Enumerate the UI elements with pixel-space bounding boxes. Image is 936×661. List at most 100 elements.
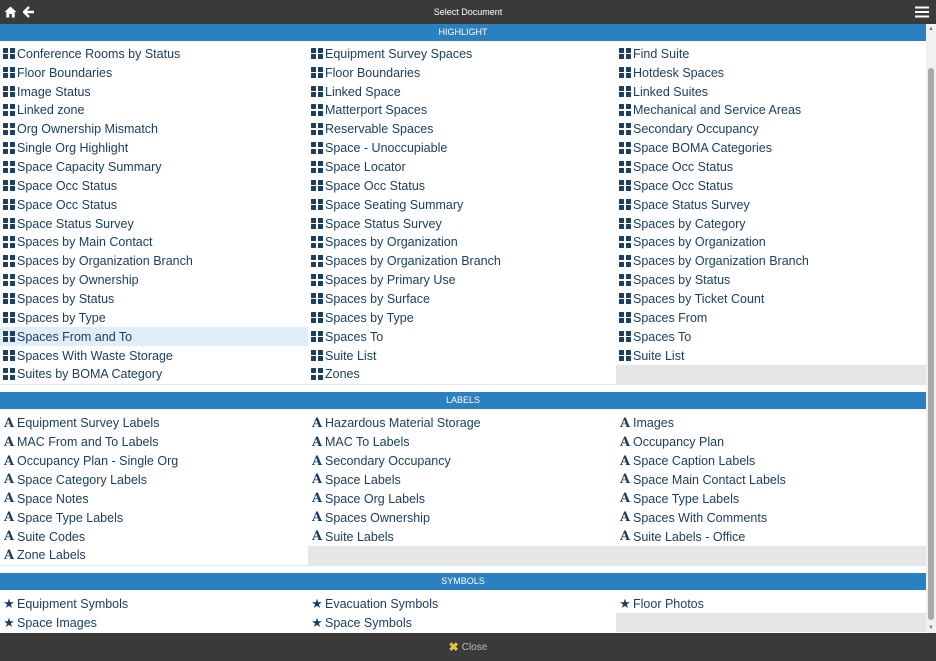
document-item[interactable]: Spaces by Organization Branch (308, 251, 616, 271)
document-item[interactable]: Find Suite (616, 44, 926, 64)
document-item-label: Spaces by Main Contact (17, 235, 153, 250)
document-item[interactable]: Org Ownership Mismatch (0, 119, 308, 139)
document-item[interactable]: Spaces To (616, 327, 926, 347)
document-item[interactable]: Space Locator (308, 157, 616, 177)
document-item[interactable]: Space - Unoccupiable (308, 138, 616, 158)
document-item[interactable]: Spaces by Status (616, 270, 926, 290)
document-item[interactable]: Space Occ Status (616, 157, 926, 177)
document-item[interactable]: Linked Space (308, 82, 616, 102)
document-item-label: Linked Suites (633, 84, 709, 99)
document-item[interactable]: Space Capacity Summary (0, 157, 308, 177)
document-item[interactable]: Spaces by Organization Branch (616, 251, 926, 271)
document-item[interactable]: A Space Org Labels (308, 489, 616, 509)
grid-icon (618, 179, 632, 192)
document-item-label: Space Status Survey (633, 197, 750, 212)
document-item[interactable]: Space Occ Status (308, 176, 616, 196)
document-item[interactable]: A Images (616, 414, 926, 433)
document-item[interactable]: Space BOMA Categories (616, 138, 926, 158)
document-item[interactable]: Single Org Highlight (0, 138, 308, 158)
document-item[interactable]: Suite List (308, 346, 616, 365)
document-item[interactable]: Space Status Survey (0, 214, 308, 233)
document-item[interactable]: Reservable Spaces (308, 119, 616, 139)
document-item[interactable]: Spaces With Waste Storage (0, 346, 308, 365)
scroll-up-arrow-icon[interactable]: ▲ (926, 24, 936, 34)
document-item[interactable]: Spaces by Organization Branch (0, 251, 308, 271)
document-item[interactable]: A Suite Labels - Office (616, 527, 926, 546)
document-item[interactable]: Spaces by Organization (308, 233, 616, 252)
document-item[interactable]: A Space Labels (308, 470, 616, 490)
document-item[interactable]: A MAC To Labels (308, 432, 616, 452)
document-item[interactable]: ★ Equipment Symbols (0, 594, 308, 614)
document-item[interactable]: Conference Rooms by Status (0, 44, 308, 64)
document-item[interactable]: Spaces by Ownership (0, 270, 308, 290)
title-bar: Select Document (0, 0, 936, 24)
document-item[interactable]: Floor Boundaries (0, 63, 308, 83)
document-item[interactable]: A MAC From and To Labels (0, 432, 308, 452)
document-item[interactable]: A Space Main Contact Labels (616, 470, 926, 490)
document-item[interactable]: Spaces by Status (0, 289, 308, 309)
document-item[interactable]: Floor Boundaries (308, 63, 616, 83)
font-icon: A (3, 453, 15, 469)
document-item[interactable]: Spaces by Organization (616, 233, 926, 252)
document-item[interactable]: Spaces by Type (0, 308, 308, 328)
document-item[interactable]: Spaces by Category (616, 214, 926, 233)
hamburger-menu-icon[interactable] (914, 0, 930, 24)
document-item-label: Space Category Labels (17, 472, 147, 487)
grid-icon (2, 292, 16, 305)
document-item[interactable]: Spaces by Primary Use (308, 270, 616, 290)
document-item[interactable]: Space Status Survey (308, 214, 616, 233)
document-item[interactable]: Space Occ Status (616, 176, 926, 196)
document-item[interactable]: A Hazardous Material Storage (308, 414, 616, 433)
document-item[interactable]: Linked zone (0, 101, 308, 120)
document-item[interactable]: Equipment Survey Spaces (308, 44, 616, 64)
document-item[interactable]: A Suite Codes (0, 527, 308, 546)
document-item[interactable]: Space Seating Summary (308, 195, 616, 215)
document-item[interactable]: A Space Type Labels (616, 489, 926, 509)
document-item[interactable]: Hotdesk Spaces (616, 63, 926, 83)
document-item[interactable]: ★ Evacuation Symbols (308, 594, 616, 614)
document-item[interactable]: A Space Category Labels (0, 470, 308, 490)
document-item-label: Suite Codes (17, 529, 86, 544)
document-item[interactable]: Space Status Survey (616, 195, 926, 215)
close-button[interactable]: ✖ Close (449, 640, 488, 654)
document-item[interactable]: A Spaces Ownership (308, 508, 616, 528)
document-item[interactable]: Zones (308, 364, 616, 384)
document-item[interactable]: Space Occ Status (0, 195, 308, 215)
footer-bar: ✖ Close (0, 633, 936, 661)
document-item[interactable]: Suite List (616, 346, 926, 365)
document-item-label: Spaces From and To (17, 329, 133, 344)
document-item[interactable]: Secondary Occupancy (616, 119, 926, 139)
document-item[interactable]: ★ Floor Photos (616, 594, 926, 614)
document-item[interactable]: Spaces From and To (0, 327, 308, 347)
document-item[interactable]: A Space Notes (0, 489, 308, 509)
font-icon: A (619, 529, 631, 545)
document-item[interactable]: Image Status (0, 82, 308, 102)
scroll-down-arrow-icon[interactable]: ▼ (926, 623, 936, 633)
document-item[interactable]: Spaces by Ticket Count (616, 289, 926, 309)
document-item[interactable]: Spaces From (616, 308, 926, 328)
document-item[interactable]: A Occupancy Plan (616, 432, 926, 452)
document-item[interactable]: Suites by BOMA Category (0, 364, 308, 384)
document-item[interactable]: A Occupancy Plan - Single Org (0, 451, 308, 471)
document-item[interactable]: ★ Space Symbols (308, 613, 616, 633)
document-item[interactable]: Spaces by Surface (308, 289, 616, 309)
document-item[interactable]: A Spaces With Comments (616, 508, 926, 528)
document-item[interactable]: Matterport Spaces (308, 101, 616, 120)
document-item[interactable]: Spaces by Main Contact (0, 233, 308, 252)
document-item[interactable]: A Zone Labels (0, 545, 308, 565)
document-item[interactable]: A Suite Labels (308, 527, 616, 546)
document-item[interactable]: A Space Type Labels (0, 508, 308, 528)
document-item[interactable]: Mechanical and Service Areas (616, 101, 926, 120)
document-item[interactable]: A Space Caption Labels (616, 451, 926, 471)
document-item[interactable]: Linked Suites (616, 82, 926, 102)
document-item-label: Spaces To (325, 329, 384, 344)
document-item[interactable]: A Equipment Survey Labels (0, 414, 308, 433)
section-header-symbols: SYMBOLS (0, 573, 926, 590)
document-item[interactable]: ★ Space Images (0, 613, 308, 633)
document-item[interactable]: A Secondary Occupancy (308, 451, 616, 471)
scroll-thumb[interactable] (928, 68, 934, 620)
document-item[interactable]: Spaces To (308, 327, 616, 347)
document-item[interactable]: Spaces by Type (308, 308, 616, 328)
document-item[interactable]: Space Occ Status (0, 176, 308, 196)
vertical-scrollbar[interactable]: ▲ ▼ (926, 24, 936, 633)
